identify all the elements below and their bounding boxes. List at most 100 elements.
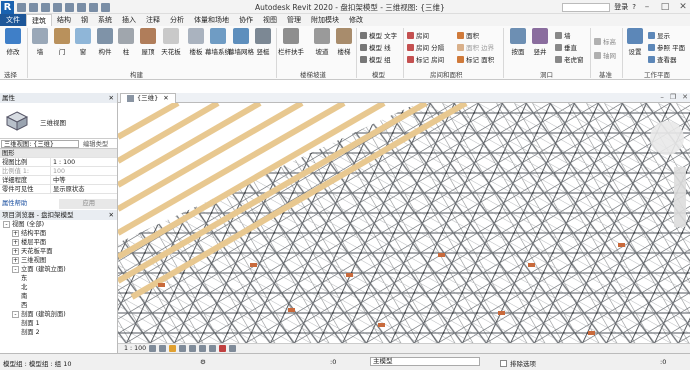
tab-manage[interactable]: 管理 (282, 14, 306, 26)
tab-annotate[interactable]: 注释 (141, 14, 165, 26)
close-icon[interactable]: ✕ (109, 93, 114, 103)
close-icon[interactable]: ✕ (676, 2, 690, 12)
window-button[interactable]: 窗 (72, 28, 94, 56)
browser-node[interactable]: - 视图 (全部) (0, 220, 117, 229)
print-icon[interactable] (65, 2, 74, 12)
detail-level-icon[interactable] (149, 345, 157, 352)
shaft-button[interactable]: 竖井 (529, 28, 551, 56)
collapse-icon[interactable]: - (3, 221, 10, 228)
browser-node[interactable]: 南 (0, 292, 117, 301)
tab-file[interactable]: 文件 (0, 14, 26, 26)
collapse-icon[interactable]: - (12, 266, 19, 273)
tab-insert[interactable]: 插入 (117, 14, 141, 26)
tab-systems[interactable]: 系统 (93, 14, 117, 26)
grid-button[interactable]: 轴网 (594, 50, 616, 60)
exclude-options-checkbox[interactable]: 排除选项 (500, 358, 536, 368)
measure-icon[interactable] (77, 2, 86, 12)
tab-architecture[interactable]: 建筑 (26, 13, 52, 27)
curtain-grid-button[interactable]: 幕墙网格 (228, 28, 254, 56)
browser-node[interactable]: 北 (0, 283, 117, 292)
viewer-button[interactable]: 查看器 (648, 54, 677, 64)
minimize-icon[interactable]: – (640, 2, 654, 12)
room-button[interactable]: 房间 (407, 30, 429, 40)
apply-button[interactable]: 应用 (58, 199, 117, 209)
scaffold-model[interactable] (118, 103, 690, 343)
redo-icon[interactable] (53, 2, 62, 12)
search-input[interactable] (562, 2, 611, 12)
area-boundary-button[interactable]: 面积 边界 (457, 42, 494, 52)
show-workplane-button[interactable]: 显示 (648, 30, 670, 40)
browser-node[interactable]: 西 (0, 301, 117, 310)
browser-node[interactable]: + 结构平面 (0, 229, 117, 238)
3d-viewport[interactable] (118, 103, 690, 343)
worksets-icon[interactable]: ⚙ (200, 358, 206, 366)
tab-structure[interactable]: 结构 (52, 14, 76, 26)
minimize-icon[interactable]: – (660, 93, 664, 101)
open-icon[interactable] (17, 2, 26, 12)
viewcube-icon[interactable] (650, 121, 684, 155)
roof-button[interactable]: 屋顶 (137, 28, 159, 56)
browser-node[interactable]: + 三维视图 (0, 256, 117, 265)
level-button[interactable]: 标高 (594, 36, 616, 46)
view-scale-field[interactable]: 1 : 100 (50, 158, 117, 166)
text-icon[interactable] (89, 2, 98, 12)
properties-help-link[interactable]: 属性帮助 (0, 199, 59, 209)
expand-icon[interactable]: + (12, 230, 19, 237)
revit-logo[interactable]: R (1, 0, 14, 14)
expand-icon[interactable]: + (12, 257, 19, 264)
browser-node[interactable]: + 天花板平面 (0, 247, 117, 256)
column-button[interactable]: 柱 (115, 28, 137, 56)
tab-massing-site[interactable]: 体量和场地 (189, 14, 234, 26)
stair-button[interactable]: 楼梯 (333, 28, 355, 56)
user-login[interactable]: 登录 (614, 2, 628, 12)
tab-steel[interactable]: 钢 (76, 14, 93, 26)
mullion-button[interactable]: 竖梃 (252, 28, 274, 56)
tag-area-button[interactable]: 标记 面积 (457, 54, 494, 64)
browser-node[interactable]: 东 (0, 274, 117, 283)
room-separator-button[interactable]: 房间 分隔 (407, 42, 444, 52)
ramp-button[interactable]: 坡道 (311, 28, 333, 56)
tab-modify[interactable]: 修改 (344, 14, 368, 26)
dormer-opening-button[interactable]: 老虎窗 (555, 54, 584, 64)
view-selector-dropdown[interactable]: 三维视图: {三维} (1, 139, 79, 148)
undo-icon[interactable] (41, 2, 50, 12)
shadows-icon[interactable] (179, 345, 187, 352)
3d-view-icon[interactable] (101, 2, 110, 12)
restore-icon[interactable]: ❐ (670, 93, 676, 101)
model-text-button[interactable]: 模型 文字 (360, 30, 397, 40)
tab-analyze[interactable]: 分析 (165, 14, 189, 26)
close-icon[interactable]: ✕ (109, 210, 114, 220)
filter-count[interactable]: :0 (660, 358, 666, 366)
tab-addins[interactable]: 附加模块 (306, 14, 344, 26)
section-graphics[interactable]: 图形 (0, 149, 117, 158)
maximize-icon[interactable]: □ (658, 2, 672, 12)
temporary-hide-icon[interactable] (219, 345, 227, 352)
modify-button[interactable]: 修改 (2, 28, 24, 56)
curtain-system-button[interactable]: 幕墙系统 (205, 28, 231, 56)
area-button[interactable]: 面积 (457, 30, 479, 40)
help-icon[interactable]: ? (632, 3, 636, 11)
crop-view-icon[interactable] (199, 345, 207, 352)
browser-node[interactable]: 剖面 1 (0, 319, 117, 328)
model-group-button[interactable]: 模型 组 (360, 54, 391, 64)
railing-button[interactable]: 栏杆扶手 (278, 28, 304, 56)
reveal-hidden-icon[interactable] (229, 345, 237, 352)
tag-room-button[interactable]: 标记 房间 (407, 54, 444, 64)
component-button[interactable]: 构件 (94, 28, 116, 56)
visual-style-icon[interactable] (159, 345, 167, 352)
close-icon[interactable]: ✕ (163, 94, 168, 103)
design-option-dropdown[interactable]: 主模型 (370, 357, 480, 366)
browser-node[interactable]: + 楼层平面 (0, 238, 117, 247)
wall-button[interactable]: 墙 (29, 28, 51, 56)
door-button[interactable]: 门 (51, 28, 73, 56)
vertical-opening-button[interactable]: 垂直 (555, 42, 577, 52)
expand-icon[interactable]: + (12, 248, 19, 255)
navigation-bar[interactable] (674, 167, 686, 227)
sun-path-icon[interactable] (169, 345, 177, 352)
view-scale[interactable]: 1 : 100 (124, 344, 146, 353)
parts-visibility-field[interactable]: 显示原状态 (50, 185, 117, 193)
edit-type-button[interactable]: 编辑类型 (83, 139, 108, 148)
lock-3d-icon[interactable] (209, 345, 217, 352)
tab-view[interactable]: 视图 (258, 14, 282, 26)
detail-level-field[interactable]: 中等 (50, 176, 117, 184)
